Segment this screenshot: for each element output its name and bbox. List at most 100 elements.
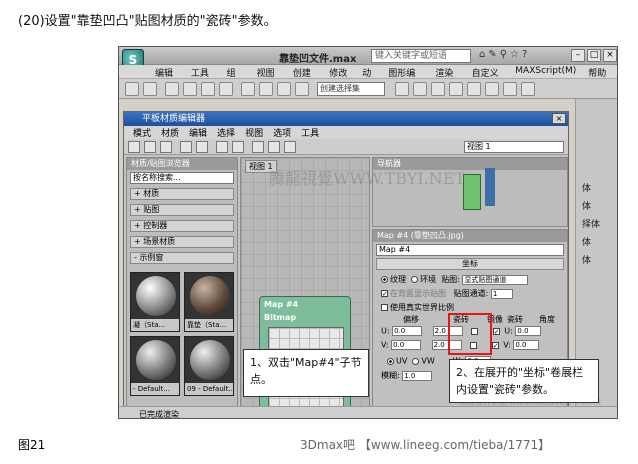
select-tool-icon[interactable]: [128, 141, 140, 153]
slate-menu-edit[interactable]: 编辑: [184, 126, 212, 139]
layer-icon[interactable]: [413, 82, 427, 96]
percent-snap-icon[interactable]: [277, 82, 291, 96]
u-offset-spinner[interactable]: 0.0: [392, 326, 423, 336]
menu-customize[interactable]: 自定义(U): [466, 65, 510, 89]
render-icon[interactable]: [521, 82, 535, 96]
menu-tools[interactable]: 工具(T): [185, 65, 221, 89]
rotate-icon[interactable]: [201, 82, 215, 96]
move-children-icon[interactable]: [196, 141, 208, 153]
view-select-dropdown[interactable]: 视图 1: [464, 141, 564, 153]
close-button[interactable]: ×: [603, 49, 617, 62]
environ-radio[interactable]: [411, 276, 419, 283]
move-icon[interactable]: [183, 82, 197, 96]
sample-slot[interactable]: - Default...: [130, 336, 180, 396]
coordinates-rollout[interactable]: 坐标: [376, 258, 564, 270]
blur-spinner[interactable]: 1.0: [402, 370, 433, 381]
show-map-icon[interactable]: [216, 141, 228, 153]
menu-modifiers[interactable]: 修改器: [323, 65, 356, 92]
tile-header: 瓷砖: [507, 315, 523, 324]
group-sample-slots[interactable]: - 示例窗: [130, 252, 234, 264]
slate-menu-select[interactable]: 选择: [212, 126, 240, 139]
map-channel-spinner[interactable]: 1: [490, 288, 513, 299]
menu-create[interactable]: 创建(C): [287, 65, 323, 89]
slate-close-button[interactable]: ×: [552, 113, 566, 124]
material-editor-icon[interactable]: [467, 82, 481, 96]
render-frame-icon[interactable]: [503, 82, 517, 96]
menu-graph-editors[interactable]: 图形编辑器: [382, 65, 429, 92]
vw-radio[interactable]: [412, 357, 420, 365]
show-map-checkbox[interactable]: ✓: [381, 290, 388, 298]
callout-step-2: 2、在展开的"坐标"卷展栏内设置"瓷砖"参数。: [449, 359, 599, 403]
figure-label: 图21: [18, 438, 46, 452]
u-angle-spinner[interactable]: 0.0: [515, 326, 542, 336]
v-tile-checkbox[interactable]: ✓: [491, 341, 499, 349]
select-icon[interactable]: [165, 82, 179, 96]
real-world-checkbox[interactable]: [381, 304, 388, 311]
menu-edit[interactable]: 编辑(E): [149, 65, 185, 89]
slate-menu-modes[interactable]: 模式: [128, 126, 156, 139]
material-map-browser: 材质/贴图浏览器 按名称搜索... + 材质 + 贴图 + 控制器 + 场景材质…: [126, 157, 238, 415]
command-panel-label: 体: [582, 202, 592, 212]
mapping-label: 贴图:: [441, 275, 460, 284]
snap-icon[interactable]: [241, 82, 255, 96]
menu-maxscript[interactable]: MAXScript(M): [509, 65, 582, 78]
layout-children-icon[interactable]: [268, 141, 280, 153]
max-title-icons[interactable]: ⌂✎⚲☆?: [479, 49, 530, 60]
v-offset-spinner[interactable]: 0.0: [391, 340, 422, 350]
scale-icon[interactable]: [219, 82, 233, 96]
slate-menu-options[interactable]: 选项: [268, 126, 296, 139]
render-setup-icon[interactable]: [485, 82, 499, 96]
sample-sphere: [190, 340, 230, 380]
material-id-icon[interactable]: [284, 141, 296, 153]
undo-icon[interactable]: [125, 82, 139, 96]
max-search-input[interactable]: 键入关键字或短语: [371, 49, 471, 63]
slate-editor-title: 平板材质编辑器: [142, 114, 206, 124]
uv-radio[interactable]: [387, 357, 394, 365]
maximize-button[interactable]: □: [587, 49, 601, 62]
sample-slot[interactable]: 09 - Default...: [184, 336, 234, 396]
sample-slot[interactable]: 靠垫（Sta...: [184, 272, 234, 332]
command-panel-label: 体: [582, 184, 592, 194]
texture-radio[interactable]: [381, 276, 388, 283]
v-label: V:: [381, 340, 389, 350]
schematic-icon[interactable]: [449, 82, 463, 96]
mapping-dropdown[interactable]: 显式贴图通道: [462, 274, 529, 285]
angle-snap-icon[interactable]: [259, 82, 273, 96]
selection-set-dropdown[interactable]: 创建选择集: [317, 82, 385, 96]
show-background-icon[interactable]: [232, 141, 244, 153]
browser-search-input[interactable]: 按名称搜索...: [130, 172, 234, 184]
menu-views[interactable]: 视图(V): [251, 65, 287, 89]
sample-slot[interactable]: 凝（Sta...: [130, 272, 180, 332]
map-name-field[interactable]: Map #4: [376, 244, 564, 256]
assign-material-icon[interactable]: [160, 141, 172, 153]
mirror-icon[interactable]: [295, 82, 309, 96]
group-materials[interactable]: + 材质: [130, 188, 234, 200]
curve-editor-icon[interactable]: [431, 82, 445, 96]
pick-material-icon[interactable]: [144, 141, 156, 153]
group-controllers[interactable]: + 控制器: [130, 220, 234, 232]
menu-help[interactable]: 帮助(H): [582, 65, 617, 89]
v-angle-spinner[interactable]: 0.0: [513, 340, 540, 350]
real-world-label: 使用真实世界比例: [390, 303, 454, 312]
slate-menu-utilities[interactable]: 工具: [296, 126, 324, 139]
redo-icon[interactable]: [143, 82, 157, 96]
main-toolbar: 创建选择集: [119, 79, 617, 99]
slate-menu-material[interactable]: 材质: [156, 126, 184, 139]
group-maps[interactable]: + 贴图: [130, 204, 234, 216]
group-scene-materials[interactable]: + 场景材质: [130, 236, 234, 248]
layout-icon[interactable]: [252, 141, 264, 153]
slate-menu-view[interactable]: 视图: [240, 126, 268, 139]
u-tile-checkbox[interactable]: ✓: [492, 327, 500, 335]
sample-slot-label: 09 - Default...: [185, 383, 233, 395]
delete-icon[interactable]: [180, 141, 192, 153]
offset-header: 偏移: [403, 315, 419, 324]
navigator-preview[interactable]: [463, 174, 481, 210]
footer-url: 3Dmax吧 【www.lineeg.com/tieba/1771】: [300, 438, 551, 452]
u-angle-label: U:: [504, 326, 513, 336]
minimize-button[interactable]: –: [571, 49, 585, 62]
v-angle-label: V:: [503, 340, 511, 350]
menu-rendering[interactable]: 渲染(R): [429, 65, 465, 89]
menu-animation[interactable]: 动画: [356, 65, 382, 92]
align-icon[interactable]: [395, 82, 409, 96]
menu-group[interactable]: 组(G): [221, 65, 251, 89]
